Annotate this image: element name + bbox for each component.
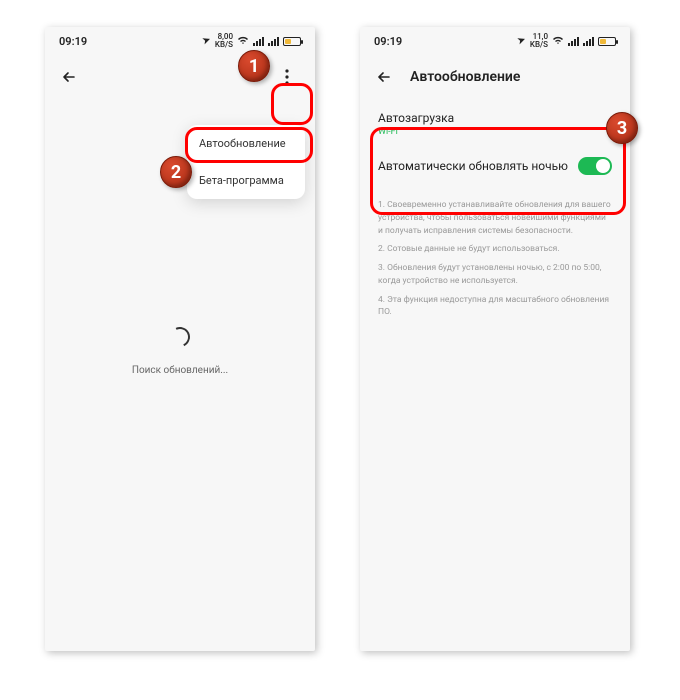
signal-icon <box>568 37 579 46</box>
page-title: Автообновление <box>410 69 520 85</box>
back-button[interactable] <box>59 67 79 87</box>
setting-title: Автоматически обновлять ночью <box>378 159 568 173</box>
setting-title: Автозагрузка <box>378 111 612 125</box>
menu-item-beta[interactable]: Бета-программа <box>187 162 305 199</box>
setting-subtitle: Wi-Fi <box>378 127 612 137</box>
arrow-left-icon <box>60 68 78 86</box>
badge-1: 1 <box>238 50 270 82</box>
location-icon: ➤ <box>202 35 213 47</box>
status-bar: 09:19 ➤ 11,0 KB/S <box>360 27 630 55</box>
wifi-icon <box>237 35 249 48</box>
status-time: 09:19 <box>59 35 87 48</box>
location-icon: ➤ <box>517 35 528 47</box>
status-right: ➤ 8,00 KB/S <box>203 33 301 49</box>
arrow-left-icon <box>375 68 393 86</box>
toggle-knob <box>596 159 610 173</box>
info-p3: 3. Обновления будут установлены ночью, с… <box>378 262 612 288</box>
status-right: ➤ 11,0 KB/S <box>518 33 616 49</box>
signal-icon-2 <box>583 37 594 46</box>
signal-icon <box>253 37 264 46</box>
badge-2: 2 <box>160 156 192 188</box>
network-speed: 11,0 KB/S <box>530 33 548 49</box>
loading-text: Поиск обновлений... <box>132 365 228 376</box>
loading-area: Поиск обновлений... <box>45 327 315 376</box>
app-bar: Автообновление <box>360 55 630 99</box>
battery-icon <box>283 37 301 46</box>
info-p1: 1. Своевременно устанавливайте обновлени… <box>378 199 612 237</box>
spinner-icon <box>167 324 193 350</box>
settings-list: Автозагрузка Wi-Fi Автоматически обновля… <box>360 99 630 189</box>
setting-night-update: Автоматически обновлять ночью <box>378 147 612 185</box>
more-button[interactable] <box>273 61 301 93</box>
more-dropdown: Автообновление Бета-программа <box>187 125 305 199</box>
status-time: 09:19 <box>374 35 402 48</box>
night-update-toggle[interactable] <box>578 157 612 175</box>
back-button[interactable] <box>374 67 394 87</box>
info-text: 1. Своевременно устанавливайте обновлени… <box>360 189 630 335</box>
setting-autodownload[interactable]: Автозагрузка Wi-Fi <box>378 103 612 147</box>
wifi-icon <box>552 35 564 48</box>
battery-icon <box>598 37 616 46</box>
app-bar <box>45 55 315 99</box>
network-speed: 8,00 KB/S <box>215 33 233 49</box>
signal-icon-2 <box>268 37 279 46</box>
more-vertical-icon <box>285 69 289 85</box>
phone-screen-left: 09:19 ➤ 8,00 KB/S Автообновление Бета- <box>45 27 315 651</box>
menu-item-autoupdate[interactable]: Автообновление <box>187 125 305 162</box>
phone-screen-right: 09:19 ➤ 11,0 KB/S Автообновление Автозаг… <box>360 27 630 651</box>
badge-3: 3 <box>606 112 638 144</box>
status-bar: 09:19 ➤ 8,00 KB/S <box>45 27 315 55</box>
info-p4: 4. Эта функция недоступна для масштабног… <box>378 294 612 320</box>
info-p2: 2. Сотовые данные не будут использоватьс… <box>378 243 612 256</box>
